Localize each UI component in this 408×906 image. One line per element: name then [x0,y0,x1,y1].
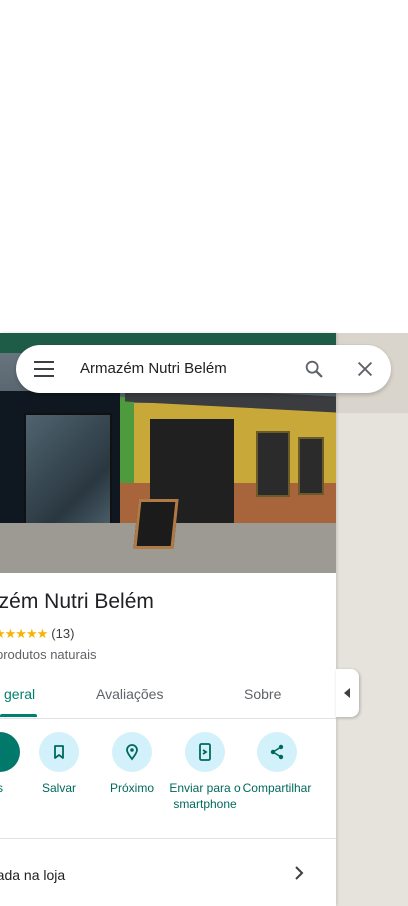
info-row-label[interactable]: rada na loja [0,867,65,883]
nearby-icon [112,732,152,772]
chevron-right-icon[interactable] [292,865,306,881]
save-button[interactable]: Salvar [21,732,97,796]
send-to-phone-button[interactable]: Enviar para o smartphone [167,732,243,812]
divider [0,838,336,839]
search-bar[interactable]: Armazém Nutri Belém [16,345,391,393]
collapse-panel-button[interactable] [336,669,359,717]
directions-icon [0,732,20,772]
chalkboard-easel [133,499,179,549]
share-icon [257,732,297,772]
tab-reviews[interactable]: Avaliações [96,686,163,702]
chevron-left-icon [344,688,350,698]
active-tab-indicator [0,714,37,717]
place-tabs: geral Avaliações Sobre [0,676,336,719]
close-icon[interactable] [354,358,376,380]
place-category[interactable]: produtos naturais [0,647,96,662]
place-panel [0,333,336,906]
send-to-phone-icon [185,732,225,772]
menu-icon[interactable] [34,361,54,377]
search-icon[interactable] [303,358,325,380]
tab-about[interactable]: Sobre [244,686,281,702]
review-count[interactable]: (13) [51,626,74,641]
tab-overview[interactable]: geral [4,686,35,702]
star-rating-icon: ★★★★★ [0,626,48,641]
rating-row[interactable]: ★★★★★(13) [0,626,74,642]
nearby-button[interactable]: Próximo [94,732,170,796]
share-button[interactable]: Compartilhar [239,732,315,796]
search-input[interactable]: Armazém Nutri Belém [80,360,227,377]
bookmark-icon [39,732,79,772]
map-area[interactable] [336,333,408,906]
place-title: azém Nutri Belém [0,590,154,613]
